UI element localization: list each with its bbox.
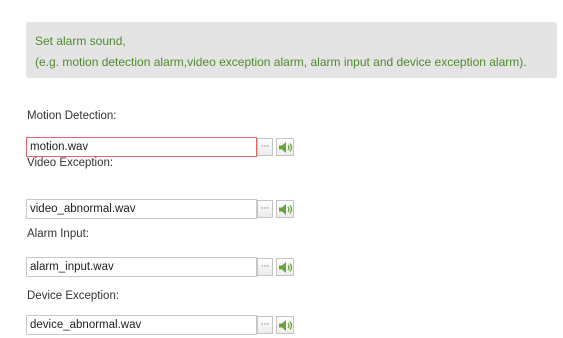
alarm-input-label: Alarm Input: [27, 228, 89, 240]
video-exception-browse-button[interactable]: ··· [257, 200, 273, 218]
video-exception-file-input[interactable] [26, 199, 257, 219]
notice-description: (e.g. motion detection alarm,video excep… [35, 55, 527, 69]
speaker-icon [279, 320, 293, 331]
alarm-input-play-button[interactable] [276, 258, 294, 276]
speaker-icon [279, 142, 293, 153]
motion-detection-label: Motion Detection: [27, 110, 117, 122]
device-exception-browse-button[interactable]: ··· [257, 316, 273, 334]
speaker-icon [279, 204, 293, 215]
motion-detection-browse-button[interactable]: ··· [257, 138, 273, 156]
notice-title: Set alarm sound, [35, 34, 126, 48]
video-exception-label: Video Exception: [27, 157, 114, 169]
motion-detection-play-button[interactable] [276, 138, 294, 156]
device-exception-play-button[interactable] [276, 316, 294, 334]
alarm-sound-notice: Set alarm sound, (e.g. motion detection … [26, 22, 557, 78]
speaker-icon [279, 262, 293, 273]
video-exception-play-button[interactable] [276, 200, 294, 218]
alarm-input-browse-button[interactable]: ··· [257, 258, 273, 276]
motion-detection-file-input[interactable] [26, 137, 257, 157]
device-exception-file-input[interactable] [26, 315, 257, 335]
alarm-input-file-input[interactable] [26, 257, 257, 277]
device-exception-label: Device Exception: [27, 290, 120, 302]
